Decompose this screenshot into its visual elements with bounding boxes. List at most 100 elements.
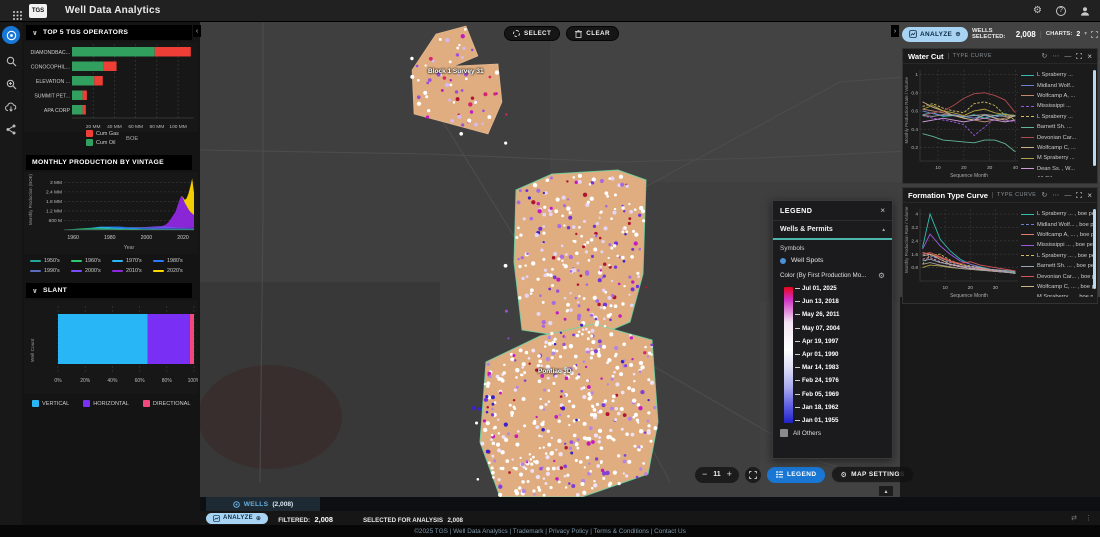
top-header: TGS Well Data Analytics ⚙ ? [0, 0, 1100, 22]
map-clear-button[interactable]: CLEAR [566, 26, 619, 41]
legend-scrollbar[interactable] [1093, 209, 1096, 289]
legend-item: 2020's [153, 268, 194, 274]
gear-icon[interactable]: ⚙ [878, 271, 885, 280]
operators-title: TOP 5 TGS OPERATORS [43, 29, 128, 36]
close-icon[interactable]: × [880, 206, 885, 215]
vintage-section-header[interactable]: MONTHLY PRODUCTION BY VINTAGE [26, 155, 192, 170]
analyze-target-icon: ⊕ [256, 515, 261, 522]
operators-legend: Cum GasCum Oil [86, 130, 119, 146]
svg-text:ELEVATION ...: ELEVATION ... [36, 79, 70, 85]
close-icon[interactable]: × [1087, 191, 1092, 200]
close-icon[interactable]: × [1087, 52, 1092, 61]
svg-text:Year: Year [124, 245, 135, 251]
all-others-row: All Others [780, 429, 885, 437]
svg-text:40%: 40% [107, 378, 118, 384]
expand-icon[interactable] [1076, 192, 1082, 198]
legend-item: 2010's [112, 268, 153, 274]
legend-item: L Spraberry ... , boe per ft [1021, 251, 1097, 261]
apps-grid-icon[interactable] [8, 6, 17, 15]
wells-permits-section[interactable]: Wells & Permits ▴ [773, 221, 892, 240]
chevron-up-icon: ▴ [882, 227, 885, 233]
svg-text:2.4 MM: 2.4 MM [46, 189, 62, 195]
zoom-out-button[interactable]: − [702, 470, 707, 479]
svg-text:0.8: 0.8 [911, 90, 918, 96]
well-spot-icon [233, 501, 240, 508]
minimize-icon[interactable]: — [1064, 53, 1071, 60]
legend-item: 2000's [71, 268, 112, 274]
right-panel-background [900, 297, 1100, 497]
legend-item: Mississippi ... , boe per ft [1021, 240, 1097, 250]
charts-dropdown-caret[interactable]: ▾ [1084, 31, 1087, 37]
map-legend-panel: LEGEND × Wells & Permits ▴ Symbols Well … [772, 200, 893, 459]
svg-text:3.2: 3.2 [911, 225, 918, 231]
zoom-search-icon[interactable] [6, 79, 17, 90]
color-scale-date: Feb 05, 1969 [795, 391, 839, 398]
map-survey-label: Pontiac 3D [538, 368, 572, 375]
color-scale-date: May 26, 2011 [795, 311, 840, 318]
svg-text:1.6: 1.6 [911, 252, 918, 258]
slant-section-header[interactable]: ∨ SLANT [26, 283, 192, 298]
zoom-in-button[interactable]: + [727, 470, 732, 479]
operators-section-header[interactable]: ∨ TOP 5 TGS OPERATORS [26, 25, 192, 40]
expand-icon[interactable] [1076, 53, 1082, 59]
more-icon[interactable]: ⋯ [1052, 52, 1059, 60]
well-spot-icon [780, 258, 786, 264]
svg-text:1960: 1960 [67, 235, 79, 241]
bottom-tabs-strip: WELLS (2,008) [200, 497, 1100, 511]
analysis-toolbar: ANALYZE ⊕ WELLS SELECTED: 2,008 | CHARTS… [902, 25, 1098, 43]
more-icon[interactable]: ⋯ [1052, 191, 1059, 199]
share-icon[interactable] [6, 124, 16, 135]
water-cut-card: Water Cut TYPE CURVE ↻ ⋯ — × 0.20.40.60.… [902, 48, 1098, 184]
map-panel-collapse-button[interactable]: ▴ [879, 486, 893, 496]
cloud-download-icon[interactable] [5, 102, 17, 112]
legend-item: 1960's [71, 258, 112, 264]
well-spots-row: Well Spots [780, 257, 885, 264]
tgs-logo: TGS [29, 4, 47, 18]
formation-chart: 0.81.62.43.24102030Sequence MonthMonthly… [903, 203, 1021, 303]
map-legend-button[interactable]: LEGEND [767, 467, 826, 483]
slant-legend: VERTICALHORIZONTALDIRECTIONAL [32, 400, 191, 407]
legend-item: All Others [1021, 174, 1097, 177]
legend-item: HORIZONTAL [83, 400, 129, 407]
well-data-analytics-app: TGS Well Data Analytics ⚙ ? ∨ [0, 0, 1100, 537]
legend-item: Barnett Sh. ... , boe per ft [1021, 261, 1097, 271]
chevron-down-icon: ∨ [32, 287, 38, 295]
svg-text:30: 30 [993, 285, 999, 291]
legend-item: 1970's [112, 258, 153, 264]
legend-panel-title: LEGEND [780, 206, 812, 215]
svg-text:3 MM: 3 MM [50, 180, 62, 186]
fullscreen-button[interactable] [745, 467, 761, 483]
help-icon[interactable]: ? [1056, 6, 1066, 16]
left-panel-collapse-arrow[interactable]: ‹ [193, 25, 201, 37]
svg-text:0%: 0% [54, 378, 62, 384]
wells-dashboard-icon[interactable] [2, 26, 20, 44]
refresh-icon[interactable]: ↻ [1041, 52, 1047, 60]
color-scale: Jul 01, 2025Jun 13, 2018May 26, 2011May … [784, 285, 885, 425]
map-survey-label: Block 1 Survey 31 [428, 68, 484, 75]
svg-text:4: 4 [915, 212, 918, 218]
map-select-button[interactable]: SELECT [504, 26, 560, 41]
slant-bar-chart: 0%20%40%60%80%100%Well Count [24, 300, 198, 394]
right-panel-collapse-arrow[interactable]: › [891, 25, 899, 37]
search-icon[interactable] [6, 56, 17, 67]
footer: ©2025 TGS | Well Data Analytics | Tradem… [0, 525, 1100, 537]
charts-value: 2 [1076, 31, 1080, 38]
analyze-button[interactable]: ANALYZE ⊕ [902, 27, 968, 42]
more-vertical-icon[interactable]: ⋮ [1085, 514, 1092, 522]
analyze-button[interactable]: ANALYZE ⊕ [206, 513, 268, 524]
svg-text:600 M: 600 M [49, 218, 62, 224]
svg-text:20: 20 [961, 165, 967, 171]
minimize-icon[interactable]: — [1064, 192, 1071, 199]
profile-icon[interactable] [1080, 6, 1090, 16]
expand-icon[interactable] [1091, 31, 1098, 38]
legend-scrollbar[interactable] [1093, 70, 1096, 166]
settings-gear-icon[interactable]: ⚙ [1033, 6, 1042, 16]
gear-icon: ⚙ [840, 471, 847, 479]
refresh-icon[interactable]: ↻ [1041, 191, 1047, 199]
footer-text: ©2025 TGS | Well Data Analytics | Tradem… [414, 528, 686, 535]
legend-item: L Spraberry ... [1021, 70, 1097, 80]
collapse-panel-icon[interactable]: ⇄ [1071, 514, 1077, 522]
legend-item: Dean Ss. , W... [1021, 164, 1097, 174]
svg-text:10: 10 [935, 165, 941, 171]
svg-text:40: 40 [1013, 165, 1019, 171]
